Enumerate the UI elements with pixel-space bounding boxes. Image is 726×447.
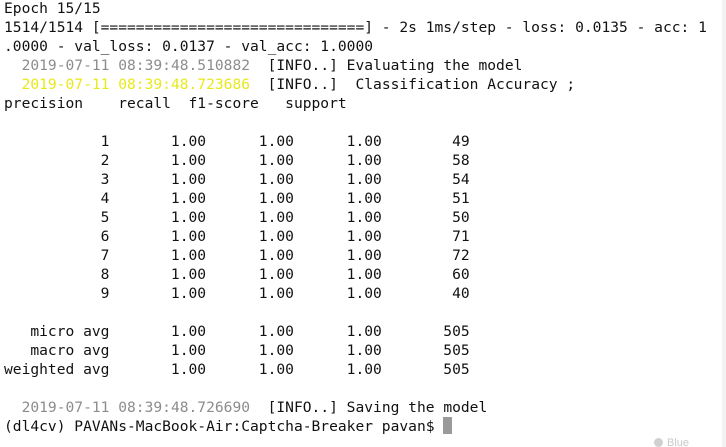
block-cursor-icon — [443, 417, 453, 434]
report-row: 8 1.00 1.00 1.00 60 — [4, 266, 470, 283]
background-hint: Blue — [654, 438, 714, 447]
background-hint-label: Blue — [667, 438, 690, 447]
log-message: [INFO..] Classification Accuracy ; — [250, 76, 576, 93]
report-row: 7 1.00 1.00 1.00 72 — [4, 247, 470, 264]
shell-prompt: (dl4cv) PAVANs-MacBook-Air:Captcha-Break… — [4, 418, 444, 435]
log-accuracy: 2019-07-11 08:39:48.723686 [INFO..] Clas… — [4, 75, 576, 94]
shell-prompt-line[interactable]: (dl4cv) PAVANs-MacBook-Air:Captcha-Break… — [4, 417, 453, 436]
log-timestamp: 2019-07-11 08:39:48.723686 — [21, 76, 251, 93]
report-row: 5 1.00 1.00 1.00 50 — [4, 209, 470, 226]
progress-line: 1514/1514 [=============================… — [4, 19, 707, 36]
log-message: [INFO..] Saving the model — [250, 399, 488, 416]
report-row: 2 1.00 1.00 1.00 58 — [4, 152, 470, 169]
report-row: 9 1.00 1.00 1.00 40 — [4, 285, 470, 302]
report-macro-avg: macro avg 1.00 1.00 1.00 505 — [4, 342, 470, 359]
terminal-window[interactable]: Epoch 15/15 1514/1514 [=================… — [0, 0, 722, 447]
window-edge — [722, 0, 726, 447]
report-header: precision recall f1-score support — [4, 95, 347, 112]
color-dot-icon — [654, 438, 663, 447]
log-timestamp: 2019-07-11 08:39:48.510882 — [21, 57, 251, 74]
metrics-line: .0000 - val_loss: 0.0137 - val_acc: 1.00… — [4, 38, 374, 55]
log-evaluating: 2019-07-11 08:39:48.510882 [INFO..] Eval… — [4, 56, 523, 75]
report-weighted-avg: weighted avg 1.00 1.00 1.00 505 — [4, 361, 470, 378]
log-message: [INFO..] Evaluating the model — [250, 57, 523, 74]
report-row: 6 1.00 1.00 1.00 71 — [4, 228, 470, 245]
report-row: 1 1.00 1.00 1.00 49 — [4, 133, 470, 150]
log-saving: 2019-07-11 08:39:48.726690 [INFO..] Savi… — [4, 398, 488, 417]
log-timestamp: 2019-07-11 08:39:48.726690 — [21, 399, 251, 416]
epoch-line: Epoch 15/15 — [4, 0, 101, 17]
report-row: 3 1.00 1.00 1.00 54 — [4, 171, 470, 188]
report-micro-avg: micro avg 1.00 1.00 1.00 505 — [4, 323, 470, 340]
report-row: 4 1.00 1.00 1.00 51 — [4, 190, 470, 207]
